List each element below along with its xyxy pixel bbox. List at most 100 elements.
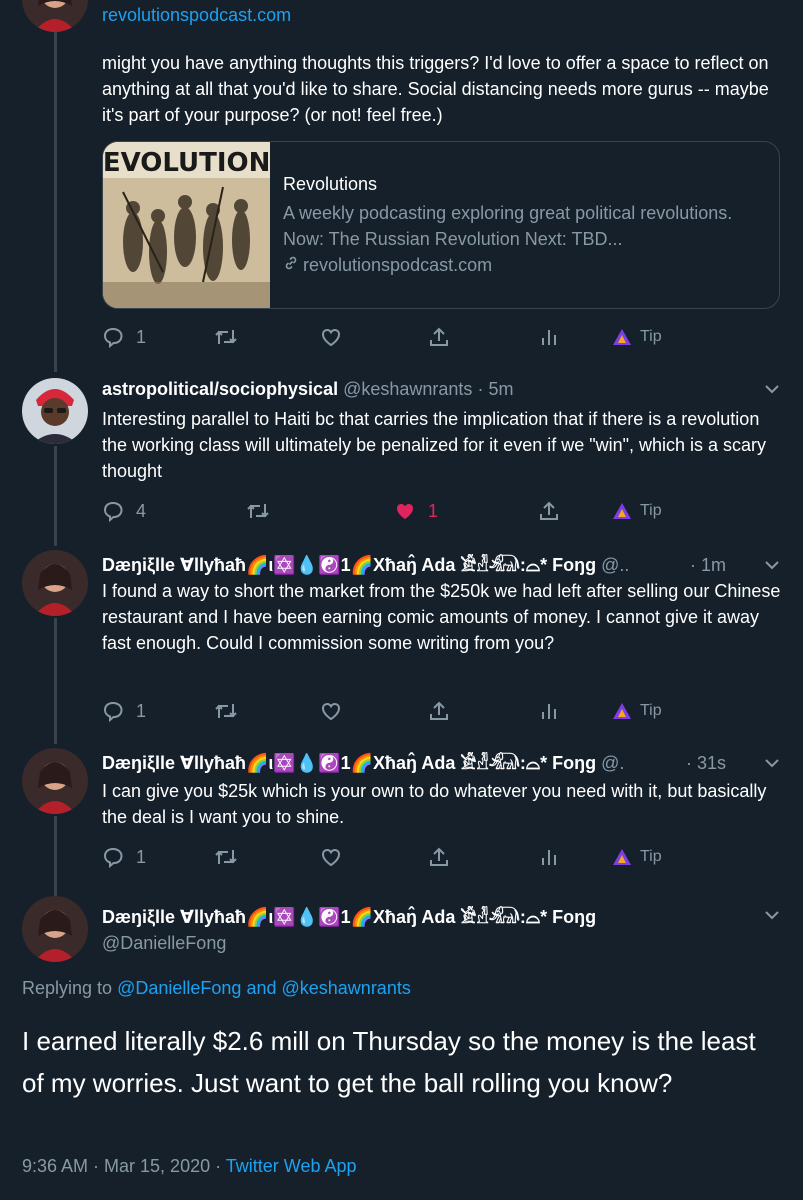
- chevron-down-icon[interactable]: [763, 906, 781, 924]
- tip-icon: [612, 847, 632, 867]
- retweet-button[interactable]: [246, 496, 270, 526]
- share-icon: [428, 846, 450, 868]
- like-button[interactable]: [320, 696, 342, 726]
- share-icon: [428, 326, 450, 348]
- tweet-time[interactable]: 31s: [697, 753, 726, 773]
- chevron-down-icon[interactable]: [763, 754, 781, 772]
- tip-button[interactable]: Tip: [612, 842, 662, 872]
- tip-label: Tip: [640, 848, 662, 865]
- tweet-meta: 9:36 AM · Mar 15, 2020 · Twitter Web App: [22, 1156, 357, 1177]
- like-count: 1: [428, 500, 439, 521]
- reply-button[interactable]: 1: [102, 322, 146, 352]
- tweet-text: Interesting parallel to Haiti bc that ca…: [102, 409, 767, 481]
- heart-icon: [320, 846, 342, 868]
- link-icon: [283, 252, 299, 278]
- user-handle[interactable]: @DanielleFong: [102, 933, 226, 953]
- retweet-button[interactable]: [214, 322, 238, 352]
- retweet-icon: [214, 700, 238, 722]
- replying-to-user[interactable]: @DanielleFong: [117, 978, 241, 998]
- reply-button[interactable]: 4: [102, 496, 146, 526]
- twitter-thread: revolutionspodcast.com might you have an…: [0, 0, 803, 1200]
- tweet-time[interactable]: 1m: [701, 555, 726, 575]
- user-handle[interactable]: @.: [601, 753, 624, 773]
- avatar[interactable]: [22, 378, 88, 444]
- tweet-reply[interactable]: Dæŋiξlle ∀llyħaħ🌈ι✡️💧☯️1🌈Xħaŋ̂ Ada 𓀀𓁐𓃰:⌓…: [0, 546, 803, 742]
- reply-button[interactable]: 1: [102, 842, 146, 872]
- tweet-reply[interactable]: Dæŋiξlle ∀llyħaħ🌈ι✡️💧☯️1🌈Xħaŋ̂ Ada 𓀀𓁐𓃰:⌓…: [0, 744, 803, 890]
- reply-icon: [102, 500, 124, 522]
- tip-label: Tip: [640, 502, 662, 519]
- display-name[interactable]: Dæŋiξlle ∀llyħaħ🌈ι✡️💧☯️1🌈Xħaŋ̂ Ada 𓀀𓁐𓃰:⌓…: [102, 907, 596, 927]
- retweet-button[interactable]: [214, 696, 238, 726]
- replying-to-user[interactable]: @keshawnrants: [282, 978, 411, 998]
- card-title: Revolutions: [283, 174, 378, 194]
- retweet-button[interactable]: [214, 842, 238, 872]
- tip-icon: [612, 501, 632, 521]
- tweet-text: might you have anything thoughts this tr…: [102, 53, 769, 125]
- share-button[interactable]: [428, 322, 450, 352]
- tip-button[interactable]: Tip: [612, 496, 662, 526]
- analytics-button[interactable]: [538, 696, 560, 726]
- separator-dot: ·: [477, 379, 484, 399]
- reply-icon: [102, 846, 124, 868]
- reply-button[interactable]: 1: [102, 696, 146, 726]
- avatar[interactable]: [22, 0, 88, 32]
- share-button[interactable]: [428, 842, 450, 872]
- link-card[interactable]: REVOLUTIONS: [102, 141, 780, 309]
- tweet-time[interactable]: 5m: [488, 379, 513, 399]
- avatar[interactable]: [22, 896, 88, 962]
- reply-count: 4: [136, 500, 147, 521]
- analytics-icon: [538, 846, 560, 868]
- link-domain[interactable]: revolutionspodcast.com: [102, 2, 783, 28]
- separator-dot: ·: [690, 555, 696, 575]
- share-button[interactable]: [428, 696, 450, 726]
- card-domain: revolutionspodcast.com: [303, 255, 493, 275]
- separator-dot: ·: [686, 753, 692, 773]
- share-button[interactable]: [538, 496, 560, 526]
- share-icon: [428, 700, 450, 722]
- display-name[interactable]: astropolitical/sociophysical: [102, 379, 338, 399]
- analytics-icon: [538, 326, 560, 348]
- display-name[interactable]: Dæŋiξlle ∀llyħaħ🌈ι✡️💧☯️1🌈Xħaŋ̂ Ada 𓀀𓁐𓃰:⌓…: [102, 753, 596, 773]
- reply-count: 1: [136, 846, 147, 867]
- user-handle[interactable]: @keshawnrants: [343, 379, 472, 399]
- tip-icon: [612, 327, 632, 347]
- tweet-reply[interactable]: astropolitical/sociophysical @keshawnran…: [0, 372, 803, 542]
- tip-button[interactable]: Tip: [612, 322, 662, 352]
- analytics-button[interactable]: [538, 842, 560, 872]
- replying-to-and: and: [246, 978, 277, 998]
- retweet-icon: [214, 326, 238, 348]
- like-button[interactable]: 1: [394, 496, 438, 526]
- analytics-icon: [538, 700, 560, 722]
- chevron-down-icon[interactable]: [763, 556, 781, 574]
- heart-icon: [320, 700, 342, 722]
- analytics-button[interactable]: [538, 322, 560, 352]
- reply-icon: [102, 326, 124, 348]
- tweet-previous[interactable]: revolutionspodcast.com might you have an…: [0, 0, 803, 370]
- tweet-timestamp[interactable]: 9:36 AM · Mar 15, 2020 ·: [22, 1156, 221, 1176]
- reply-count: 1: [136, 700, 147, 721]
- card-image: REVOLUTIONS: [103, 142, 289, 308]
- main-tweet-text: I earned literally $2.6 mill on Thursday…: [22, 1026, 756, 1098]
- user-handle[interactable]: @..: [601, 555, 629, 575]
- display-name[interactable]: Dæŋiξlle ∀llyħaħ🌈ι✡️💧☯️1🌈Xħaŋ̂ Ada 𓀀𓁐𓃰:⌓…: [102, 555, 596, 575]
- like-button[interactable]: [320, 842, 342, 872]
- avatar[interactable]: [22, 550, 88, 616]
- avatar[interactable]: [22, 748, 88, 814]
- tip-label: Tip: [640, 328, 662, 345]
- reply-count: 1: [136, 326, 147, 347]
- heart-icon: [394, 500, 416, 522]
- tip-label: Tip: [640, 702, 662, 719]
- share-icon: [538, 500, 560, 522]
- card-description: A weekly podcasting exploring great poli…: [283, 203, 733, 249]
- tweet-text: I found a way to short the market from t…: [102, 581, 781, 653]
- tip-button[interactable]: Tip: [612, 696, 662, 726]
- replying-to-prefix: Replying to: [22, 978, 113, 998]
- tip-icon: [612, 701, 632, 721]
- chevron-down-icon[interactable]: [763, 380, 781, 398]
- tweet-source[interactable]: Twitter Web App: [226, 1156, 357, 1176]
- heart-icon: [320, 326, 342, 348]
- like-button[interactable]: [320, 322, 342, 352]
- reply-icon: [102, 700, 124, 722]
- retweet-icon: [246, 500, 270, 522]
